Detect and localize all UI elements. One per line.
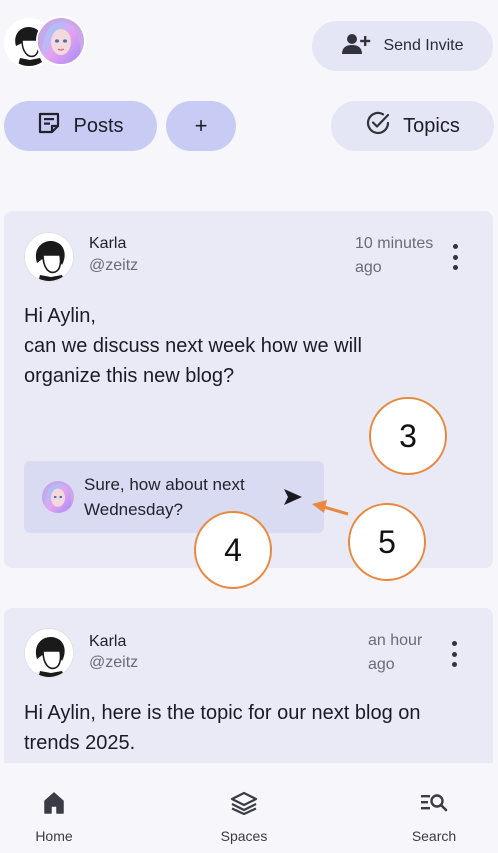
post-timestamp: an hour ago (368, 629, 422, 677)
nav-spaces[interactable]: Spaces (204, 791, 284, 844)
annotation-marker-4: 4 (194, 511, 272, 589)
author-handle: @zeitz (89, 257, 139, 274)
participant-avatars (4, 14, 88, 70)
post-text-line: Hi Aylin, (24, 305, 96, 327)
timestamp-line: ago (355, 259, 382, 276)
posts-icon (37, 111, 61, 141)
timestamp-line: ago (368, 656, 395, 673)
tab-topics-label: Topics (403, 114, 460, 137)
reply-avatar (42, 481, 74, 513)
send-invite-label: Send Invite (383, 37, 464, 54)
tab-posts-label: Posts (73, 114, 124, 137)
avatar-aylin (36, 16, 86, 66)
nav-search-label: Search (411, 828, 457, 844)
nav-home-label: Home (35, 828, 73, 844)
reply-input[interactable]: Sure, how about next Wednesday? (24, 461, 324, 533)
author-name[interactable]: Karla (89, 633, 126, 651)
timestamp-line: an hour (368, 632, 423, 649)
post-text-line: trends 2025. (24, 732, 136, 754)
nav-home[interactable]: Home (14, 791, 94, 844)
layers-icon (230, 791, 258, 818)
annotation-arrow (312, 500, 349, 516)
author-avatar[interactable] (24, 232, 74, 282)
annotation-marker-5: 5 (348, 503, 426, 581)
post-body: Hi Aylin, can we discuss next week how w… (24, 301, 362, 391)
post-timestamp: 10 minutes ago (355, 232, 433, 280)
home-icon (43, 791, 65, 818)
reply-text[interactable]: Sure, how about next Wednesday? (84, 472, 284, 522)
more-options-icon[interactable] (445, 244, 465, 270)
author-name[interactable]: Karla (89, 235, 126, 253)
search-icon (420, 791, 448, 818)
author-handle: @zeitz (89, 654, 139, 671)
add-user-icon (341, 33, 371, 60)
timestamp-line: 10 minutes (355, 235, 434, 252)
tab-topics[interactable]: Topics (331, 101, 494, 151)
send-invite-button[interactable]: Send Invite (312, 21, 493, 71)
post-text-line: organize this new blog? (24, 365, 235, 387)
bottom-navigation: Home Spaces Search (0, 763, 498, 853)
post-text-line: Hi Aylin, here is the topic for our next… (24, 702, 421, 724)
nav-search[interactable]: Search (394, 791, 474, 844)
post-text-line: can we discuss next week how we will (24, 335, 362, 357)
check-circle-icon (365, 110, 391, 142)
annotation-marker-3: 3 (369, 397, 447, 475)
add-post-label: + (194, 113, 208, 138)
post-body: Hi Aylin, here is the topic for our next… (24, 698, 421, 758)
reply-text-line: Sure, how about next (84, 475, 245, 494)
more-options-icon[interactable] (444, 641, 464, 667)
post-card: Karla @zeitz an hour ago Hi Aylin, here … (4, 608, 493, 783)
add-post-button[interactable]: + (166, 101, 236, 151)
nav-spaces-label: Spaces (220, 828, 268, 844)
tab-posts[interactable]: Posts (4, 101, 157, 151)
author-avatar[interactable] (24, 628, 74, 678)
